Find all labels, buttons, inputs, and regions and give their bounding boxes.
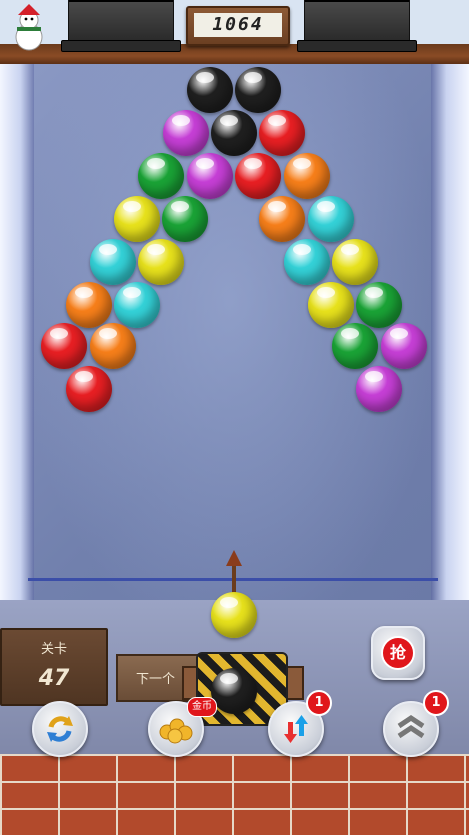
bubble-black <box>235 67 281 113</box>
bubble-yellow <box>332 239 378 285</box>
bubble-green <box>138 153 184 199</box>
score-panel: 1064 <box>186 6 290 46</box>
swap-count-badge: 1 <box>306 690 332 716</box>
fireball-count-badge: 1 <box>423 690 449 716</box>
bubble-orange <box>90 323 136 369</box>
next-ball <box>211 668 257 714</box>
aim-arrow-shaft[interactable] <box>232 562 236 596</box>
bubble-red <box>259 110 305 156</box>
brick-wall <box>0 754 469 835</box>
next-label: 下一个 <box>136 672 176 687</box>
snowman-icon <box>15 4 43 51</box>
bubble-orange <box>259 196 305 242</box>
ice-wall-right <box>431 64 469 624</box>
bubble-yellow <box>138 239 184 285</box>
bubble-green <box>162 196 208 242</box>
coins-icon <box>159 718 193 744</box>
right-bin <box>297 0 417 52</box>
bubble-black <box>187 67 233 113</box>
bubble-cyan <box>90 239 136 285</box>
ice-wall-left <box>0 64 34 644</box>
swap-arrows-icon <box>284 715 308 743</box>
coins-tag: 金币 <box>187 697 217 717</box>
bubble-green <box>332 323 378 369</box>
bubble-orange <box>284 153 330 199</box>
bubble-purple <box>163 110 209 156</box>
bubble-purple <box>187 153 233 199</box>
bubble-yellow <box>114 196 160 242</box>
bubble-black <box>211 110 257 156</box>
grab-icon: 抢 <box>381 636 415 670</box>
aim-arrow-icon[interactable] <box>226 550 242 566</box>
bubble-cyan <box>308 196 354 242</box>
current-ball <box>211 592 257 638</box>
bubble-cyan <box>284 239 330 285</box>
bubble-red <box>235 153 281 199</box>
left-bin <box>61 0 181 52</box>
bubble-purple <box>356 366 402 412</box>
bubble-purple <box>381 323 427 369</box>
refresh-button[interactable] <box>32 701 88 757</box>
bubble-red <box>41 323 87 369</box>
bubble-cyan <box>114 282 160 328</box>
bubble-orange <box>66 282 112 328</box>
level-number: 47 <box>38 666 70 691</box>
bubble-green <box>356 282 402 328</box>
level-sign: 关卡 47 <box>0 628 108 706</box>
score-value: 1064 <box>194 13 282 37</box>
chevrons-icon <box>397 714 425 739</box>
bubble-red <box>66 366 112 412</box>
refresh-icon <box>47 716 73 742</box>
level-label: 关卡 <box>40 642 67 657</box>
grab-button[interactable]: 抢 <box>371 626 425 680</box>
bubble-yellow <box>308 282 354 328</box>
